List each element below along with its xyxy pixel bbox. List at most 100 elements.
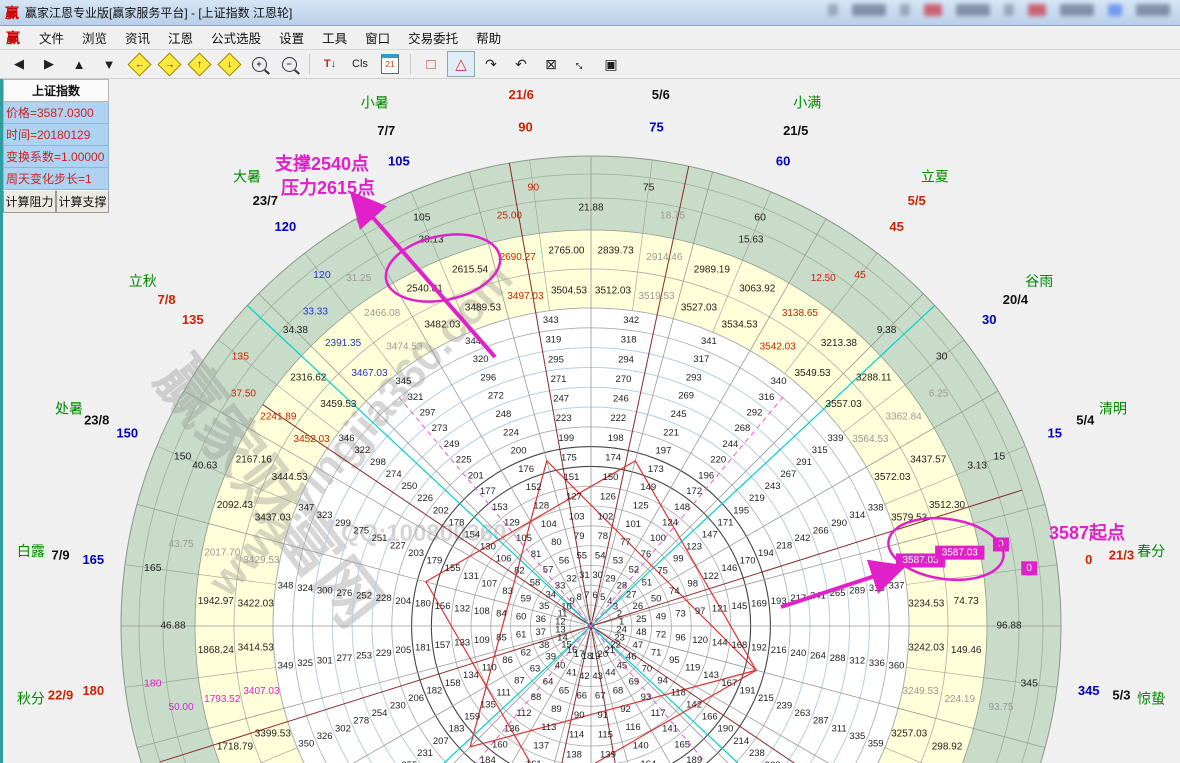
svg-text:83: 83 <box>502 586 513 597</box>
cls-button[interactable]: Cls <box>346 51 374 77</box>
board-button[interactable]: ▣ <box>597 51 625 77</box>
rotate-ccw-button[interactable]: ↶ <box>507 51 535 77</box>
svg-text:134: 134 <box>463 670 479 681</box>
svg-text:205: 205 <box>395 645 411 656</box>
svg-text:346: 346 <box>339 433 355 444</box>
svg-text:174: 174 <box>605 452 621 463</box>
svg-text:44: 44 <box>605 667 616 678</box>
nav-right-button[interactable]: ▶ <box>35 51 63 77</box>
svg-text:221: 221 <box>663 427 679 438</box>
menu-item-file[interactable]: 文件 <box>30 30 73 48</box>
gann-wheel-chart[interactable]: 赢家财富网www.yingjia360.comQQ:10080036012345… <box>3 79 1180 763</box>
svg-text:2839.73: 2839.73 <box>598 245 635 256</box>
svg-text:6.25: 6.25 <box>929 388 949 399</box>
svg-text:33: 33 <box>555 580 566 591</box>
menu-item-tools[interactable]: 工具 <box>313 30 356 48</box>
calc-support-button[interactable]: 计算支撑 <box>56 190 109 213</box>
zoom-out-button[interactable]: − <box>275 51 303 77</box>
svg-text:242: 242 <box>795 533 811 544</box>
svg-text:294: 294 <box>618 354 634 365</box>
menu-item-gann[interactable]: 江恩 <box>159 30 202 48</box>
svg-text:177: 177 <box>480 486 496 497</box>
svg-text:2391.35: 2391.35 <box>325 338 362 349</box>
nav-up-button[interactable]: ▲ <box>65 51 93 77</box>
svg-text:3249.53: 3249.53 <box>902 686 939 697</box>
pan-left-button[interactable]: ← <box>125 51 153 77</box>
svg-text:60: 60 <box>776 154 790 169</box>
svg-text:155: 155 <box>445 563 461 574</box>
info-row-transform-coefficient: 变换系数=1.00000 <box>3 146 109 168</box>
pan-up-button[interactable]: ↑ <box>185 51 213 77</box>
menu-item-help[interactable]: 帮助 <box>467 30 510 48</box>
svg-text:202: 202 <box>433 505 449 516</box>
svg-text:184: 184 <box>480 755 496 763</box>
rotate-cw-button[interactable]: ↷ <box>477 51 505 77</box>
svg-text:153: 153 <box>492 502 508 513</box>
info-row-time: 时间=20180129 <box>3 124 109 146</box>
svg-text:129: 129 <box>504 517 520 528</box>
menu-item-browse[interactable]: 浏览 <box>73 30 116 48</box>
svg-text:93: 93 <box>641 692 652 703</box>
svg-text:6: 6 <box>592 590 597 601</box>
svg-text:2466.08: 2466.08 <box>364 308 401 319</box>
svg-text:176: 176 <box>518 464 534 475</box>
nav-left-button[interactable]: ◀ <box>5 51 33 77</box>
svg-text:36: 36 <box>535 614 546 625</box>
menu-item-formula-stock-pick[interactable]: 公式选股 <box>202 30 270 48</box>
svg-text:3527.03: 3527.03 <box>681 302 718 313</box>
t-down-button[interactable]: T↓ <box>316 51 344 77</box>
instrument-name: 上证指数 <box>3 79 109 102</box>
calc-resistance-button[interactable]: 计算阻力 <box>3 190 56 213</box>
svg-text:147: 147 <box>702 529 718 540</box>
app-window: { "window": { "title": "赢家江恩专业版[赢家服务平台] … <box>0 0 1180 760</box>
menu-bar: 赢 文件浏览资讯江恩公式选股设置工具窗口交易委托帮助 <box>0 26 1180 50</box>
svg-text:3407.03: 3407.03 <box>243 686 280 697</box>
svg-text:165: 165 <box>144 562 162 574</box>
nav-down-button[interactable]: ▼ <box>95 51 123 77</box>
menu-item-settings[interactable]: 设置 <box>270 30 313 48</box>
svg-text:58: 58 <box>530 578 541 589</box>
svg-text:3138.65: 3138.65 <box>782 308 819 319</box>
collapse-button[interactable]: ↔ <box>567 51 595 77</box>
svg-text:89: 89 <box>551 704 562 715</box>
svg-text:124: 124 <box>662 517 678 528</box>
svg-text:268: 268 <box>734 423 750 434</box>
svg-text:207: 207 <box>433 736 449 747</box>
svg-text:180: 180 <box>82 683 104 698</box>
svg-text:271: 271 <box>551 374 567 385</box>
svg-text:15: 15 <box>1048 425 1062 440</box>
svg-text:3549.53: 3549.53 <box>794 368 831 379</box>
box-x-button[interactable]: ⊠ <box>537 51 565 77</box>
svg-text:72: 72 <box>656 630 667 641</box>
svg-text:231: 231 <box>417 748 433 759</box>
svg-text:87: 87 <box>514 675 525 686</box>
svg-text:56: 56 <box>559 555 570 566</box>
square-tool-button[interactable]: □ <box>417 51 445 77</box>
svg-text:214: 214 <box>733 736 749 747</box>
svg-text:157: 157 <box>435 640 451 651</box>
svg-text:135: 135 <box>182 312 204 327</box>
svg-text:128: 128 <box>533 501 549 512</box>
svg-text:154: 154 <box>464 529 480 540</box>
menu-item-window[interactable]: 窗口 <box>356 30 399 48</box>
svg-text:264: 264 <box>810 650 826 661</box>
svg-text:239: 239 <box>776 701 792 712</box>
zoom-in-button[interactable]: + <box>245 51 273 77</box>
svg-text:141: 141 <box>662 724 678 735</box>
menu-item-trade-entrust[interactable]: 交易委托 <box>399 30 467 48</box>
pan-right-button[interactable]: → <box>155 51 183 77</box>
svg-text:3504.53: 3504.53 <box>551 285 588 296</box>
svg-text:100: 100 <box>650 533 666 544</box>
svg-text:3452.03: 3452.03 <box>294 434 331 445</box>
svg-text:92: 92 <box>620 704 631 715</box>
svg-text:45: 45 <box>854 269 866 281</box>
calendar-button[interactable]: 21 <box>376 51 404 77</box>
svg-text:132: 132 <box>454 604 470 615</box>
svg-text:249: 249 <box>444 439 460 450</box>
svg-text:324: 324 <box>297 583 313 594</box>
triangle-tool-button[interactable]: △ <box>447 51 475 77</box>
svg-text:46.88: 46.88 <box>160 621 185 632</box>
svg-text:41: 41 <box>566 667 577 678</box>
pan-down-button[interactable]: ↓ <box>215 51 243 77</box>
menu-item-news[interactable]: 资讯 <box>116 30 159 48</box>
